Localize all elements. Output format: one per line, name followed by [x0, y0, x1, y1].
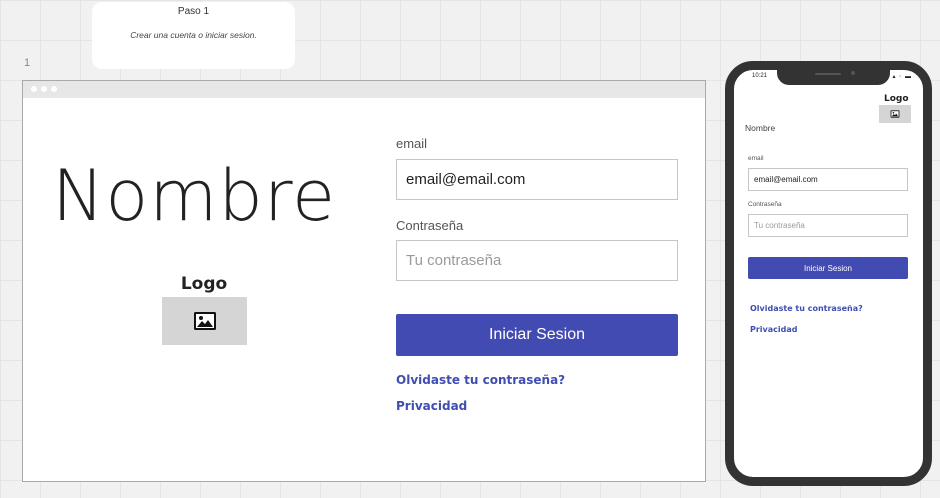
step-sticky-note: Paso 1 Crear una cuenta o iniciar sesion… [92, 2, 295, 69]
status-bar-time: 10:21 [752, 73, 768, 79]
mobile-phone-frame: 10:21 ▴ ◦ ▬ Logo Nombre email Contraseña… [725, 61, 932, 486]
email-label: email [396, 136, 428, 151]
mobile-app-name: Nombre [745, 123, 776, 133]
mobile-logo-label: Logo [884, 94, 909, 104]
forgot-password-link[interactable]: Olvidaste tu contraseña? [396, 373, 565, 387]
login-button[interactable]: Iniciar Sesion [396, 314, 678, 356]
email-field[interactable] [396, 159, 678, 200]
phone-notch [777, 70, 890, 85]
logo-label: Logo [180, 274, 228, 294]
mobile-password-label: Contraseña [748, 201, 782, 208]
mobile-forgot-password-link[interactable]: Olvidaste tu contraseña? [750, 304, 863, 313]
step-description: Crear una cuenta o iniciar sesion. [130, 30, 257, 40]
password-field[interactable] [396, 240, 678, 281]
mobile-email-field[interactable] [748, 168, 908, 191]
mobile-email-label: email [748, 155, 764, 162]
frame-number: 1 [24, 57, 31, 69]
mobile-privacy-link[interactable]: Privacidad [750, 325, 798, 334]
password-label: Contraseña [396, 218, 464, 233]
window-dot-icon [51, 86, 57, 92]
status-bar-icons: ▴ ◦ ▬ [892, 74, 912, 80]
mobile-login-button[interactable]: Iniciar Sesion [748, 257, 908, 279]
logo-placeholder [162, 297, 247, 345]
browser-title-bar [23, 81, 705, 98]
window-dot-icon [31, 86, 37, 92]
image-icon [193, 312, 216, 330]
privacy-link[interactable]: Privacidad [396, 399, 467, 413]
speaker-icon [815, 73, 841, 75]
step-title: Paso 1 [177, 6, 210, 17]
desktop-browser-frame: Nombre Logo email Contraseña Iniciar Ses… [22, 80, 706, 482]
window-dot-icon [41, 86, 47, 92]
camera-icon [851, 71, 855, 75]
app-name-heading: Nombre [52, 155, 337, 237]
image-icon [890, 110, 900, 118]
mobile-password-field[interactable] [748, 214, 908, 237]
mobile-logo-placeholder [879, 105, 911, 123]
